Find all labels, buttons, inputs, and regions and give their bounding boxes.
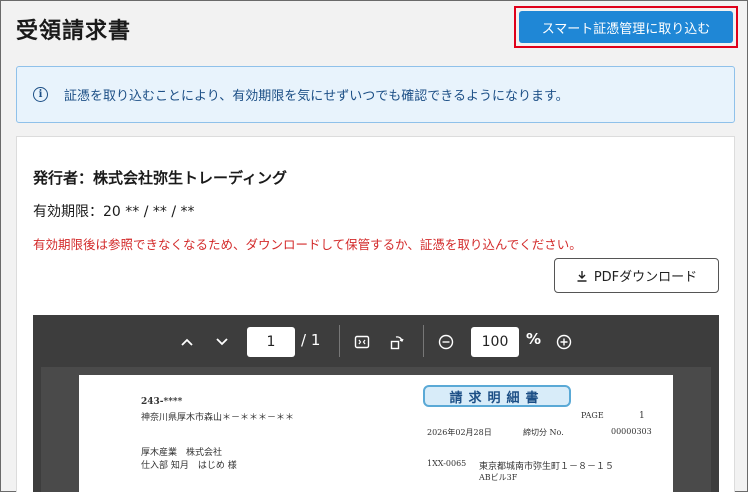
import-to-smart-voucher-button[interactable]: スマート証憑管理に取り込む xyxy=(519,11,733,43)
pdf-page: 243-**** 神奈川県厚木市森山＊－＊＊＊－＊＊ 厚木産業 株式会社 仕入部… xyxy=(79,375,673,492)
warning-text: 有効期限後は参照できなくなるため、ダウンロードして保管するか、証憑を取り込んでく… xyxy=(33,237,582,252)
document-title: 請求明細書 xyxy=(423,385,571,407)
issuer-label: 発行者：株式会社弥生トレーディング xyxy=(33,169,287,187)
info-banner: i 証憑を取り込むことにより、有効期限を気にせずいつでも確認できるようになります… xyxy=(16,66,735,123)
closing-label: 締切分 No. xyxy=(523,428,564,437)
pdf-viewer: / 1 % 243-**** xyxy=(33,315,719,492)
expiry-label: 有効期限：20 ** / ** / ** xyxy=(33,204,195,220)
pdf-document-area[interactable]: 243-**** 神奈川県厚木市森山＊－＊＊＊－＊＊ 厚木産業 株式会社 仕入部… xyxy=(41,367,711,492)
zoom-percent-label: % xyxy=(526,330,542,348)
toolbar-divider xyxy=(423,325,424,357)
sender-code: 1XX-0065 xyxy=(427,459,467,468)
recipient-address: 神奈川県厚木市森山＊－＊＊＊－＊＊ xyxy=(141,413,295,423)
page-title: 受領請求書 xyxy=(16,19,132,44)
pdf-download-button[interactable]: PDFダウンロード xyxy=(554,258,719,293)
sender-building: ABビル3F xyxy=(479,473,518,482)
document-date: 2026年02月28日 xyxy=(427,428,492,437)
info-text: 証憑を取り込むことにより、有効期限を気にせずいつでも確認できるようになります。 xyxy=(64,89,569,104)
page-label: PAGE xyxy=(581,411,604,420)
invoice-card: 発行者：株式会社弥生トレーディング 有効期限：20 ** / ** / ** 有… xyxy=(16,136,735,492)
chevron-up-icon[interactable] xyxy=(178,333,196,351)
page-total: / 1 xyxy=(301,331,321,349)
recipient-name: 仕入部 知月 はじめ 様 xyxy=(141,461,237,471)
import-button-highlight: スマート証憑管理に取り込む xyxy=(514,6,738,48)
postal-code: 243-**** xyxy=(141,397,183,407)
fit-page-icon[interactable] xyxy=(353,333,371,351)
zoom-input[interactable] xyxy=(471,327,519,357)
info-icon: i xyxy=(33,87,48,102)
page-number-input[interactable] xyxy=(247,327,295,357)
page-no: 1 xyxy=(639,411,645,421)
header: 受領請求書 xyxy=(16,13,131,45)
toolbar-divider xyxy=(339,325,340,357)
pdf-download-label: PDFダウンロード xyxy=(593,270,698,285)
download-icon xyxy=(577,270,587,282)
zoom-out-icon[interactable] xyxy=(437,333,455,351)
rotate-icon[interactable] xyxy=(388,333,406,351)
pdf-toolbar: / 1 % xyxy=(33,315,719,367)
document-number: 00000303 xyxy=(611,427,652,436)
zoom-in-icon[interactable] xyxy=(555,333,573,351)
recipient-company: 厚木産業 株式会社 xyxy=(141,448,223,458)
chevron-down-icon[interactable] xyxy=(213,333,231,351)
sender-address: 東京都城南市弥生町１－８－１５ xyxy=(479,462,615,472)
